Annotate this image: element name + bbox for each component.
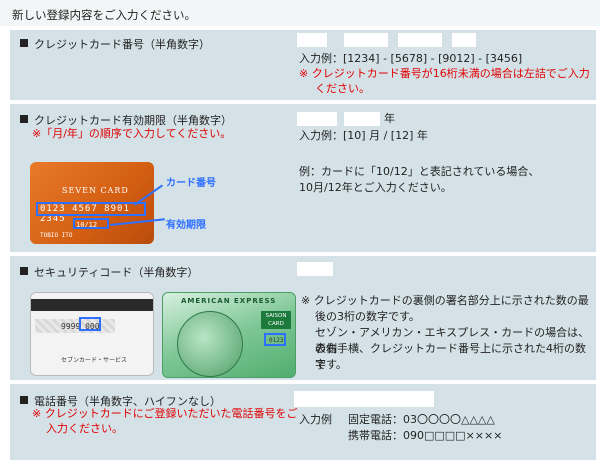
card-number-field-3[interactable] — [398, 33, 442, 47]
phone-field[interactable] — [294, 391, 434, 407]
page-header: 新しい登録内容をご入力ください。 — [0, 0, 600, 26]
security-label: セキュリティコード（半角数字） — [34, 266, 199, 279]
phone-note-1: ※ クレジットカードにご登録いただいた電話番号をご — [32, 407, 298, 420]
expiry-highlight — [73, 218, 109, 229]
card-number-note-1: ※ クレジットカード番号が16桁未満の場合は左詰でご入力 — [299, 67, 590, 80]
expiry-order-note: ※「月/年」の順序で入力してください。 — [32, 127, 232, 140]
card-number-section: クレジットカード番号（半角数字） 入力例：[1234] - [5678] - [… — [10, 30, 596, 100]
seven-card-holder: TOBIO ITO — [40, 232, 73, 239]
expiry-desc-2: 10月/12年とご入力ください。 — [299, 181, 452, 194]
expiry-desc-1: 例：カードに「10/12」と表記されている場合、 — [299, 165, 540, 178]
security-code-field[interactable] — [297, 262, 333, 276]
expiry-example: 入力例：[10] 月 / [12] 年 — [299, 129, 428, 142]
bullet-square-icon — [20, 39, 28, 47]
card-number-note-2: ください。 — [315, 82, 370, 95]
saison-badge: SAISON CARD — [261, 311, 291, 329]
expiry-year-suffix: 年 — [384, 112, 395, 125]
card-number-highlight — [36, 202, 146, 216]
bullet-square-icon — [20, 115, 28, 123]
card-number-field-2[interactable] — [344, 33, 388, 47]
security-note-4: の右手横、クレジットカード番号上に示された4桁の数字 — [315, 342, 586, 371]
back-card-brand: セブンカード・サービス — [61, 357, 128, 364]
phone-example-fixed: 固定電話：03〇〇〇〇△△△△ — [348, 413, 495, 426]
page-title: 新しい登録内容をご入力ください。 — [12, 8, 196, 22]
expiry-section: クレジットカード有効期限（半角数字） ※「月/年」の順序で入力してください。 年… — [10, 104, 596, 252]
phone-example-mobile: 携帯電話：090□□□□×××× — [348, 429, 503, 442]
card-number-field-4[interactable] — [452, 33, 476, 47]
security-note-1: ※ クレジットカードの裏側の署名部分上に示された数の最 — [301, 294, 589, 307]
bullet-square-icon — [20, 267, 28, 275]
card-number-label: クレジットカード番号（半角数字） — [34, 38, 210, 51]
phone-note-2: 入力ください。 — [46, 422, 123, 435]
expiry-year-field[interactable] — [344, 112, 380, 126]
amex-header: AMERICAN EXPRESS — [181, 297, 277, 305]
phone-section: 電話番号（半角数字、ハイフンなし） ※ クレジットカードにご登録いただいた電話番… — [10, 384, 596, 460]
expiry-month-field[interactable] — [297, 112, 337, 126]
bullet-square-icon — [20, 396, 28, 404]
security-note-5: です。 — [315, 358, 347, 371]
callout-card-number: カード番号 — [166, 178, 216, 189]
card-number-field-1[interactable] — [297, 33, 327, 47]
phone-example-label: 入力例 — [299, 413, 332, 426]
back-code-highlight — [79, 317, 101, 331]
security-note-2: 後の3桁の数字です。 — [315, 310, 420, 323]
amex-code-highlight — [264, 333, 286, 346]
card-back-image: 9999 000 セブンカード・サービス — [30, 292, 154, 376]
card-number-example: 入力例：[1234] - [5678] - [9012] - [3456] — [299, 52, 523, 65]
seven-card-title: SEVEN CARD — [62, 186, 129, 195]
centurion-emblem — [177, 311, 243, 377]
callout-expiry: 有効期限 — [166, 220, 206, 231]
security-section: セキュリティコード（半角数字） ※ クレジットカードの裏側の署名部分上に示された… — [10, 256, 596, 380]
